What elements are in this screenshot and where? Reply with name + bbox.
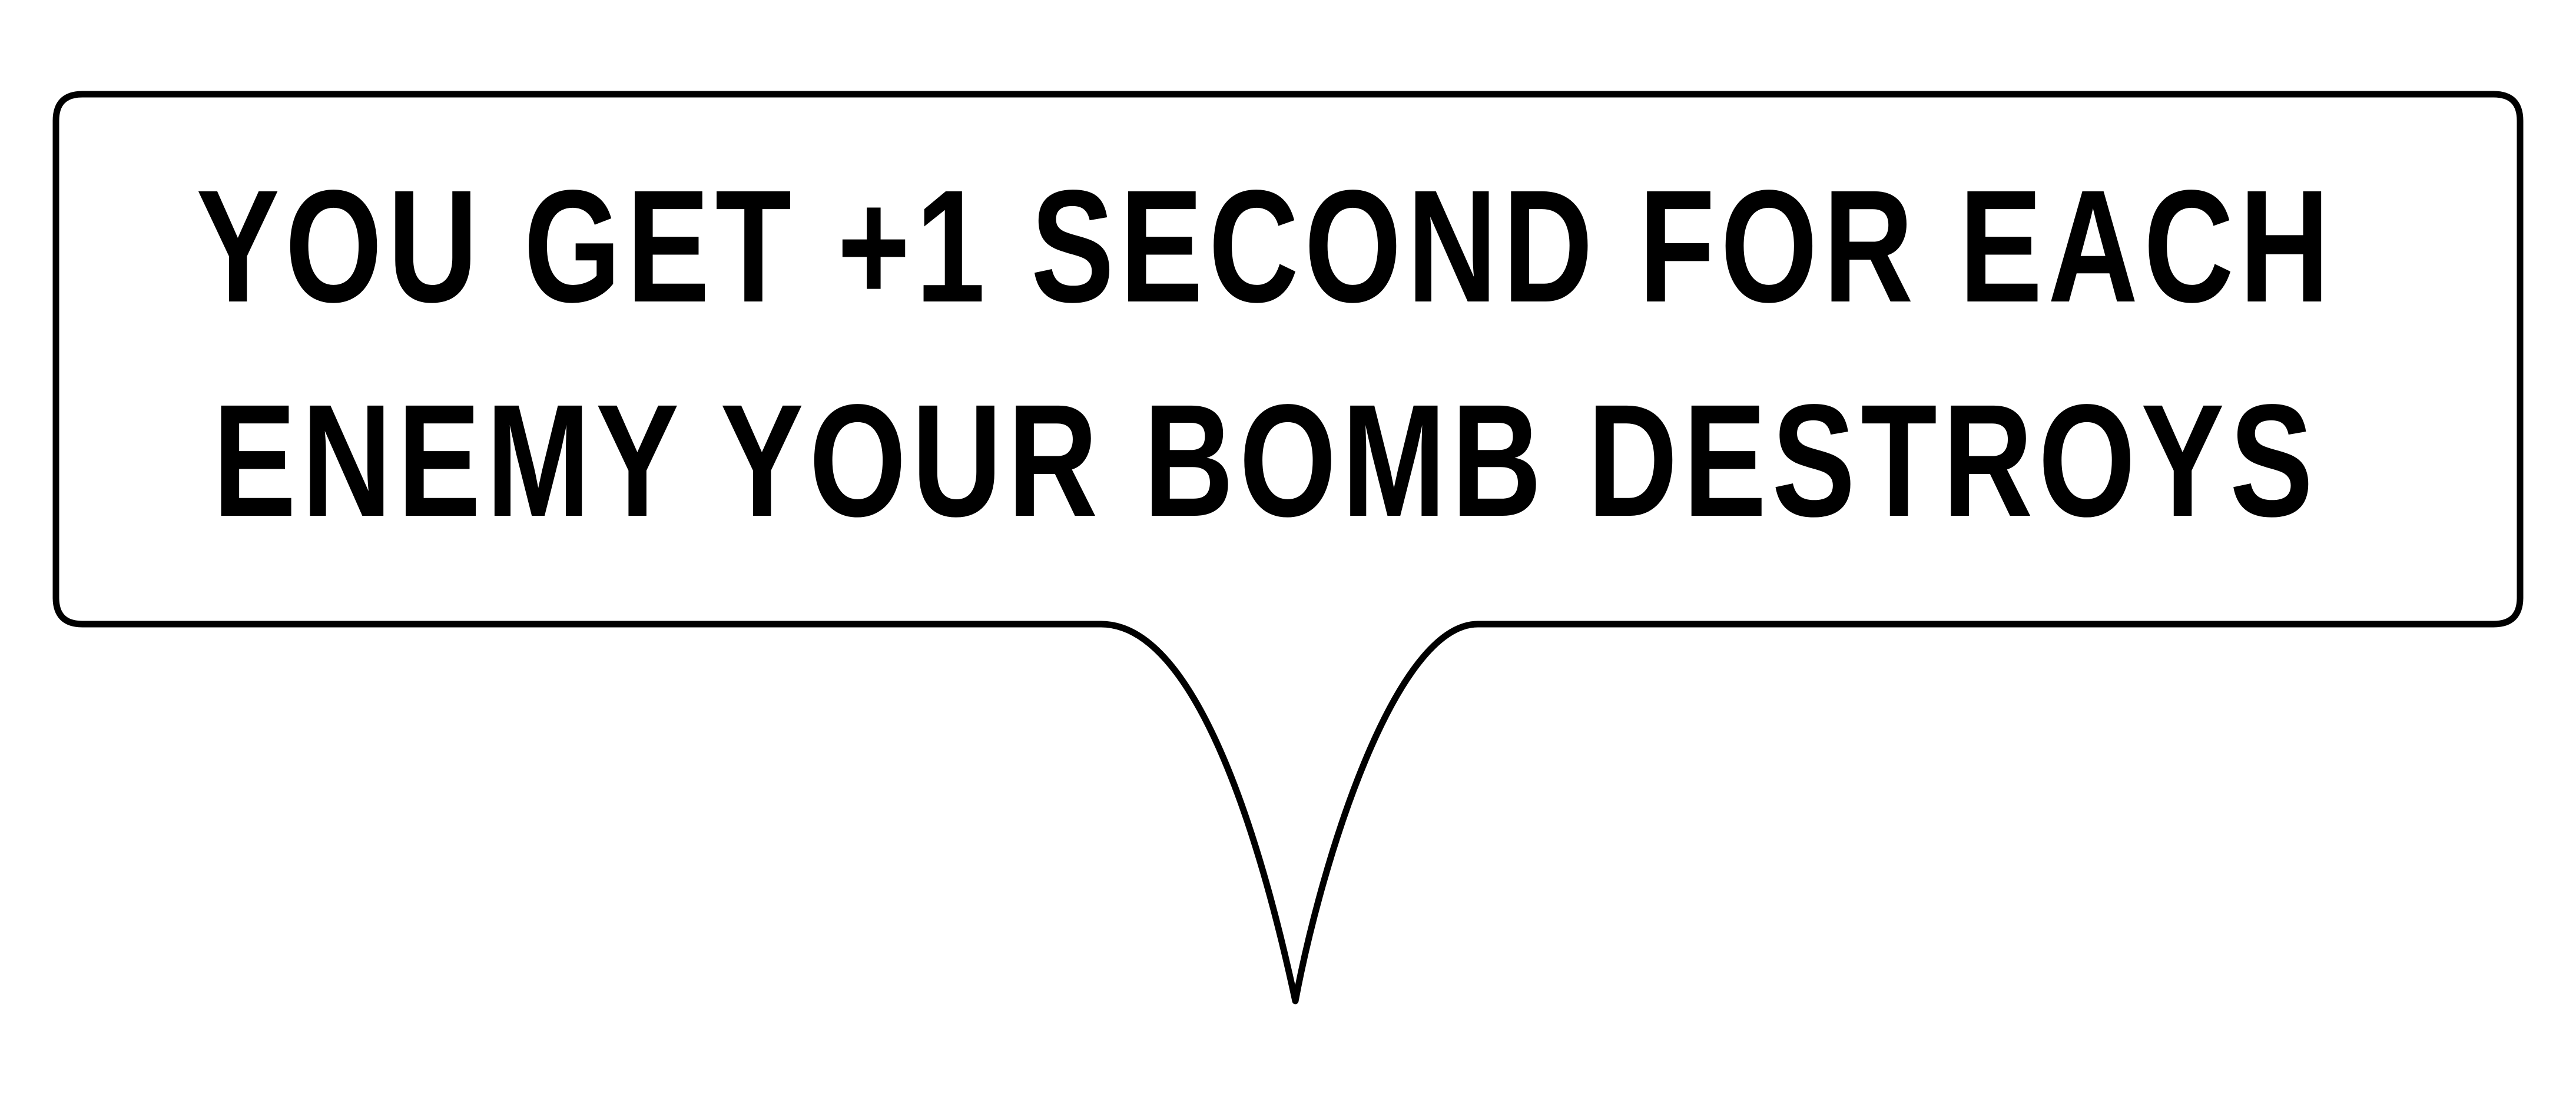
tutorial-panel: YOU GET +1 SECOND FOR EACH ENEMY YOUR BO…	[0, 0, 2576, 1104]
speech-bubble-text: YOU GET +1 SECOND FOR EACH ENEMY YOUR BO…	[59, 159, 2473, 548]
message-line-2: ENEMY YOUR BOMB DESTROYS	[213, 371, 2319, 550]
message-line-1: YOU GET +1 SECOND FOR EACH	[196, 157, 2336, 336]
